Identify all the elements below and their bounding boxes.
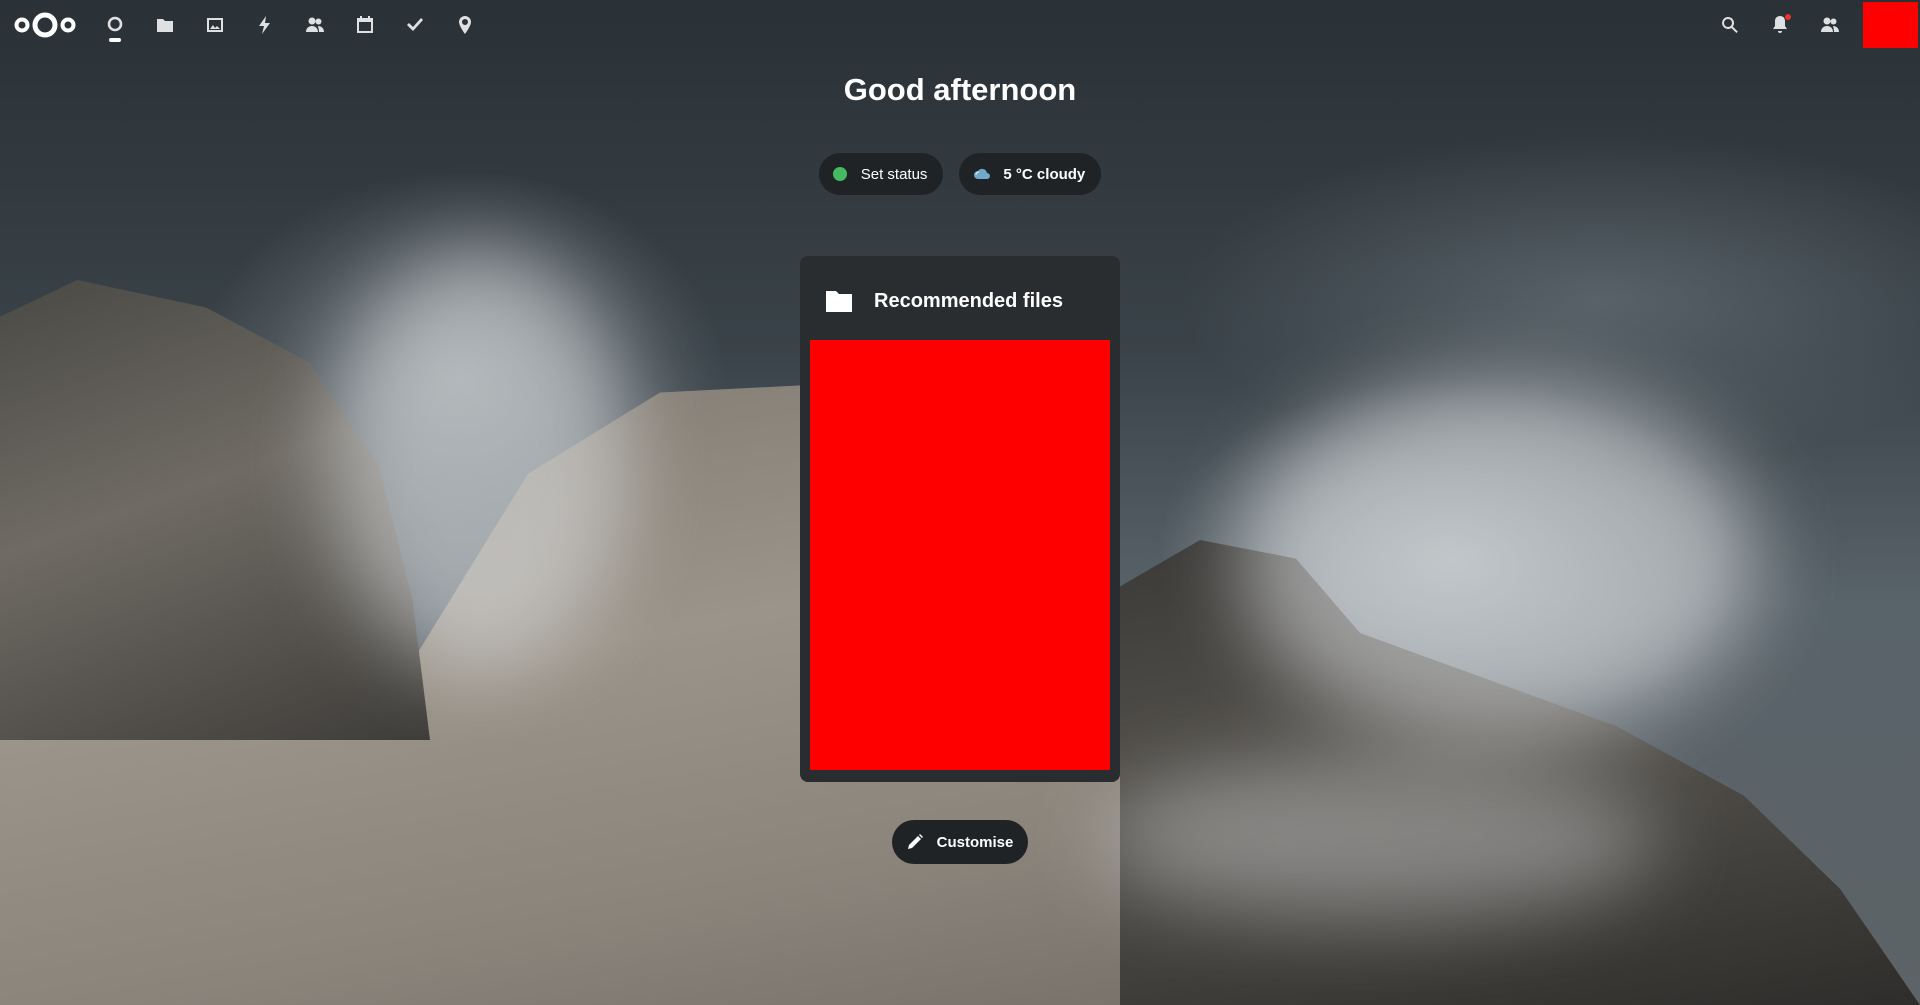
contacts-icon xyxy=(306,17,324,32)
nav-tasks[interactable] xyxy=(390,0,440,50)
image-icon xyxy=(207,18,223,32)
background-mist xyxy=(330,250,630,670)
nav-files[interactable] xyxy=(140,0,190,50)
customise-label: Customise xyxy=(936,833,1014,851)
background-mist xyxy=(1240,380,1760,740)
nav-maps[interactable] xyxy=(440,0,490,50)
nextcloud-logo-icon xyxy=(14,12,76,38)
weather-status-button[interactable]: 5 °C cloudy xyxy=(959,153,1102,195)
cloudy-icon xyxy=(973,168,991,180)
nav-activity[interactable] xyxy=(240,0,290,50)
background-mist xyxy=(1100,760,1660,920)
header-right xyxy=(1705,0,1920,50)
nav-contacts[interactable] xyxy=(290,0,340,50)
search-icon xyxy=(1722,17,1738,33)
nav-dashboard[interactable] xyxy=(90,0,140,50)
calendar-icon xyxy=(357,16,373,33)
contacts-menu-button[interactable] xyxy=(1805,0,1855,50)
nav-photos[interactable] xyxy=(190,0,240,50)
folder-icon xyxy=(826,291,852,312)
checkmark-icon xyxy=(407,18,423,31)
top-header xyxy=(0,0,1920,50)
recommended-files-content xyxy=(810,340,1110,770)
dashboard-icon xyxy=(107,16,123,32)
weather-label: 5 °C cloudy xyxy=(1003,165,1086,183)
app-navigation xyxy=(90,0,490,50)
folder-icon xyxy=(157,19,173,32)
nav-calendar[interactable] xyxy=(340,0,390,50)
set-status-button[interactable]: Set status xyxy=(818,153,944,195)
customise-button[interactable]: Customise xyxy=(892,820,1028,864)
lightning-icon xyxy=(259,16,270,34)
notification-dot xyxy=(1785,14,1791,20)
location-icon xyxy=(459,16,471,34)
notifications-button[interactable] xyxy=(1755,0,1805,50)
set-status-label: Set status xyxy=(860,165,928,183)
status-online-dot xyxy=(832,167,847,181)
nextcloud-logo[interactable] xyxy=(0,0,90,50)
contacts-menu-icon xyxy=(1821,17,1839,32)
greeting-title: Good afternoon xyxy=(843,72,1077,107)
widget-title: Recommended files xyxy=(874,289,1063,312)
widget-header[interactable]: Recommended files xyxy=(800,256,1120,346)
user-avatar[interactable] xyxy=(1863,2,1918,48)
recommended-files-widget: Recommended files xyxy=(800,256,1120,782)
pencil-icon xyxy=(907,834,923,849)
status-row: Set status 5 °C cloudy xyxy=(0,153,1920,195)
search-button[interactable] xyxy=(1705,0,1755,50)
